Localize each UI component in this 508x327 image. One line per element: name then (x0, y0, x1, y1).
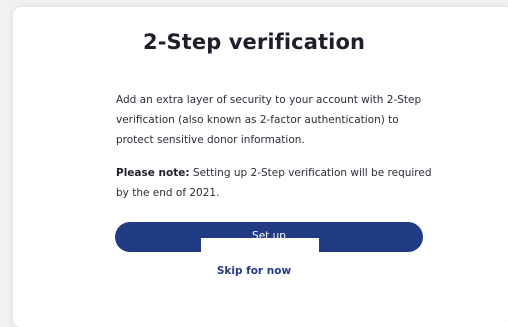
description-text: Add an extra layer of security to your a… (116, 94, 422, 146)
skip-for-now-link[interactable]: Skip for now (0, 265, 508, 277)
note-label: Please note: (116, 167, 190, 179)
occluding-white-box (201, 238, 319, 258)
note-paragraph: Please note: Setting up 2-Step verificat… (116, 163, 438, 203)
page-title: 2-Step verification (142, 30, 366, 54)
